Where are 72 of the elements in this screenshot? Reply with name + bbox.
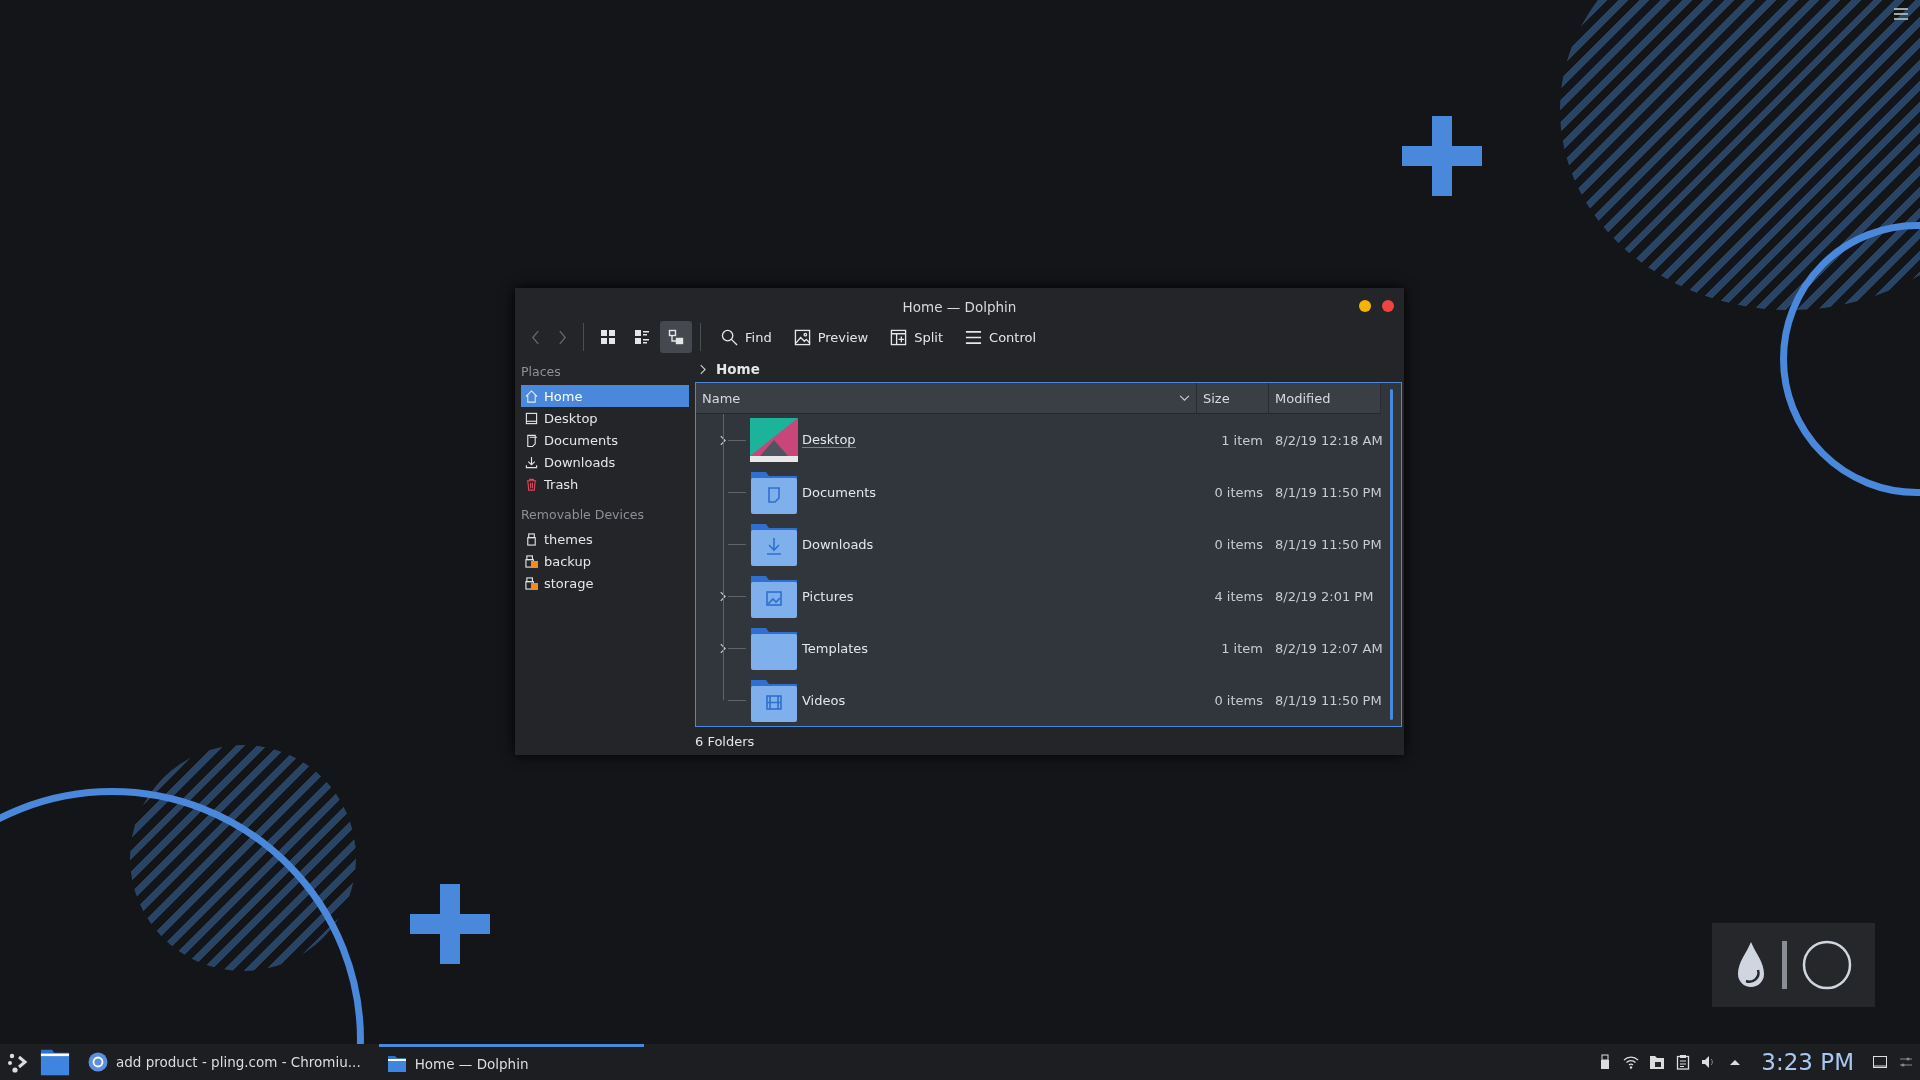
search-icon — [721, 328, 738, 346]
drive-icon — [525, 554, 538, 568]
folder-icon[interactable] — [40, 1047, 70, 1077]
menu-icon — [965, 328, 983, 346]
file-name[interactable]: Videos — [802, 692, 846, 708]
icons-view-icon — [600, 329, 616, 345]
chevron-icon — [699, 363, 706, 375]
menu-button[interactable]: Control — [957, 321, 1045, 353]
sidebar-item[interactable]: Documents — [521, 429, 689, 451]
sidebar-item[interactable]: Home — [521, 385, 689, 407]
item-count: 1 item — [1220, 640, 1264, 656]
file-name[interactable]: Pictures — [802, 588, 854, 604]
section-heading: Removable Devices — [521, 506, 646, 524]
clock[interactable]: 3:23 PM — [1761, 1049, 1854, 1075]
scrollbar[interactable] — [1390, 389, 1393, 721]
modified-date: 8/2/19 12:18 AM — [1274, 432, 1381, 448]
trash-icon — [525, 477, 538, 491]
sidebar-item[interactable]: themes — [521, 528, 689, 550]
task-button[interactable]: Home — Dolphin — [378, 1044, 645, 1080]
section-heading: Places — [521, 363, 562, 381]
drive-icon — [525, 532, 538, 546]
details-view-button[interactable] — [660, 321, 692, 353]
modified-date: 8/1/19 11:50 PM — [1274, 536, 1381, 552]
window-button[interactable] — [1359, 300, 1371, 312]
compact-view-icon — [634, 329, 650, 345]
column-header[interactable]: Modified — [1269, 383, 1381, 414]
item-count: 0 items — [1213, 536, 1264, 552]
image-icon — [793, 328, 811, 346]
file-name[interactable]: Downloads — [802, 536, 874, 552]
sidebar-item[interactable]: backup — [521, 550, 689, 572]
item-count: 1 item — [1220, 432, 1264, 448]
home-icon — [525, 389, 538, 403]
item-count: 0 items — [1213, 692, 1264, 708]
browser-icon — [88, 1052, 108, 1072]
document-icon — [525, 433, 538, 447]
window-button[interactable] — [1382, 300, 1394, 312]
split-button[interactable]: Split — [882, 321, 952, 353]
modified-date: 8/2/19 2:01 PM — [1274, 588, 1375, 604]
lock-folder-icon[interactable] — [1649, 1054, 1666, 1070]
status-text: 6 Folders — [695, 732, 756, 751]
window-title: Home — Dolphin — [902, 299, 1017, 315]
wallpaper-thumbnail-icon — [750, 416, 798, 465]
item-count: 4 items — [1213, 588, 1264, 604]
folder-icon — [386, 1053, 407, 1074]
item-count: 0 items — [1213, 484, 1264, 500]
preview-button[interactable]: Preview — [785, 321, 877, 353]
breadcrumb-item[interactable]: Home — [716, 361, 760, 378]
sidebar-item[interactable]: Trash — [521, 473, 689, 495]
show-desktop-icon[interactable] — [1872, 1054, 1888, 1070]
column-header[interactable]: Size — [1197, 383, 1269, 414]
modified-date: 8/1/19 11:50 PM — [1274, 692, 1381, 708]
find-button[interactable]: Find — [713, 321, 780, 353]
sidebar-item[interactable]: storage — [521, 572, 689, 594]
column-header[interactable]: Name — [696, 383, 1197, 414]
split-view-icon — [890, 328, 908, 346]
sidebar-item[interactable]: Desktop — [521, 407, 689, 429]
task-button[interactable]: add product - pling.com - Chromiu... — [80, 1044, 369, 1080]
menu-icon[interactable] — [1894, 8, 1908, 20]
file-name[interactable]: Documents — [802, 484, 877, 500]
clipboard-icon[interactable] — [1675, 1054, 1692, 1070]
file-name[interactable]: Desktop — [802, 432, 856, 449]
modified-date: 8/2/19 12:07 AM — [1274, 640, 1381, 656]
details-view-icon — [668, 329, 684, 345]
monitor-icon — [525, 411, 538, 425]
drive-icon — [525, 576, 538, 590]
modified-date: 8/1/19 11:50 PM — [1274, 484, 1381, 500]
wifi-icon[interactable] — [1623, 1054, 1640, 1070]
download-icon — [525, 455, 538, 469]
sidebar-item[interactable]: Downloads — [521, 451, 689, 473]
divider-bar — [1782, 941, 1787, 989]
file-name[interactable]: Templates — [802, 640, 869, 656]
circle-icon — [1801, 939, 1853, 991]
